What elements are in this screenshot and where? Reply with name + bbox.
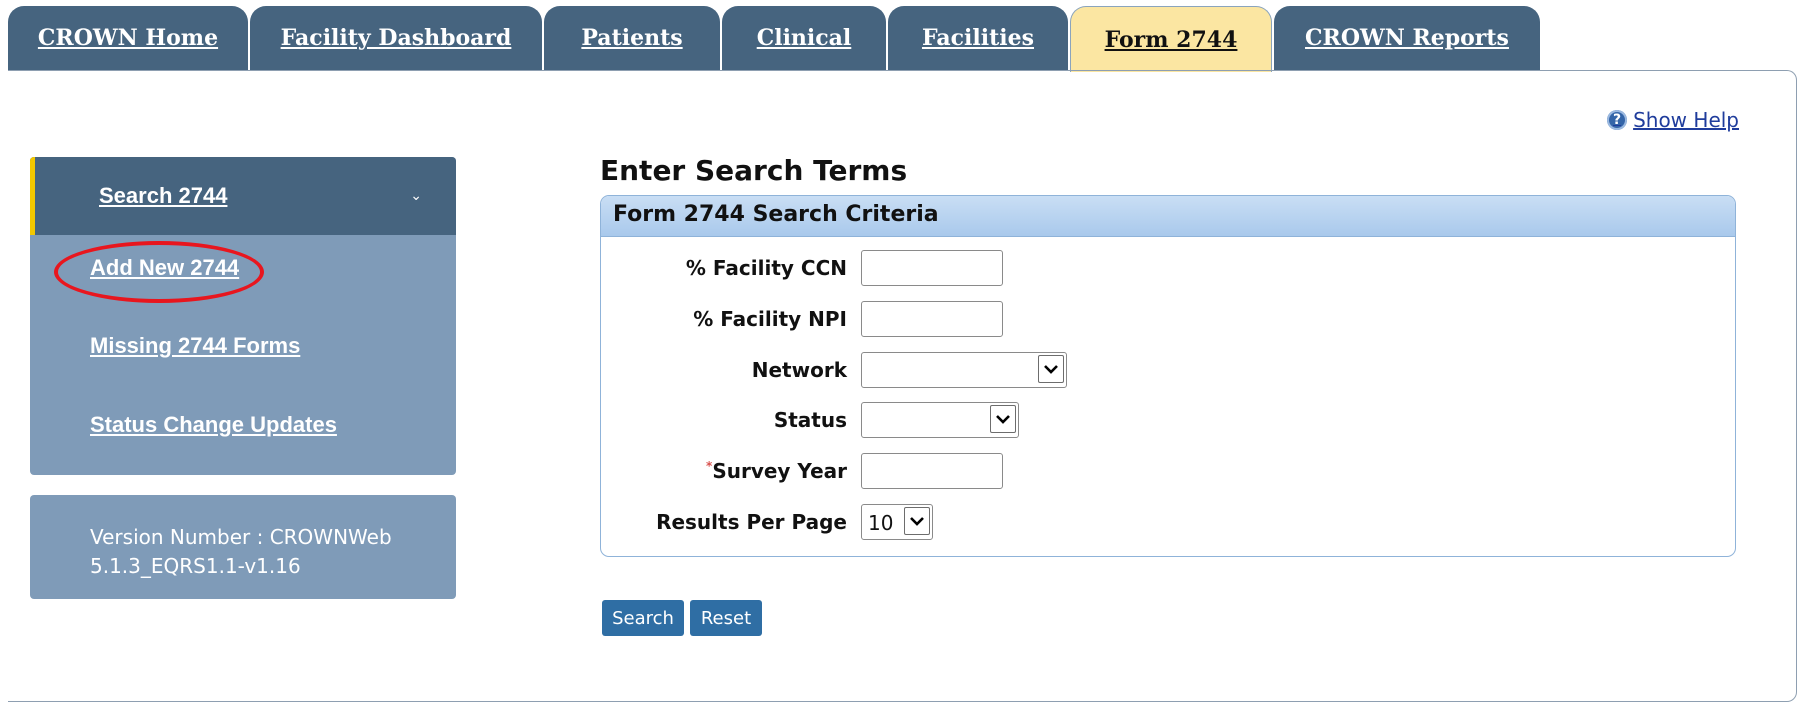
row-survey-year: *Survey Year xyxy=(601,453,1735,491)
search-button[interactable]: Search xyxy=(602,600,684,636)
tab-form-2744[interactable]: Form 2744 xyxy=(1070,6,1272,72)
tab-crown-home[interactable]: CROWN Home xyxy=(8,6,248,70)
survey-year-label: *Survey Year xyxy=(706,459,847,483)
row-status: Status xyxy=(601,402,1735,440)
results-per-page-label: Results Per Page xyxy=(656,510,847,534)
status-select[interactable] xyxy=(861,402,1019,438)
tab-form-2744-label[interactable]: Form 2744 xyxy=(1105,27,1238,53)
reset-button[interactable]: Reset xyxy=(690,600,762,636)
sidebar-header-search-2744[interactable]: Search 2744 ⌄ xyxy=(30,157,456,235)
row-results-per-page: Results Per Page 10 xyxy=(601,504,1735,542)
tab-facilities-label[interactable]: Facilities xyxy=(922,25,1034,51)
question-circle-icon[interactable]: ? xyxy=(1607,110,1628,130)
survey-year-label-text: Survey Year xyxy=(712,459,847,483)
search-criteria-panel: Form 2744 Search Criteria % Facility CCN… xyxy=(600,195,1736,557)
results-per-page-select[interactable]: 10 xyxy=(861,504,933,540)
show-help-label[interactable]: Show Help xyxy=(1633,108,1739,132)
survey-year-input[interactable] xyxy=(861,453,1003,489)
facility-ccn-input[interactable] xyxy=(861,250,1003,286)
tab-crown-home-label[interactable]: CROWN Home xyxy=(38,25,218,51)
chevron-down-icon[interactable] xyxy=(990,405,1016,433)
tab-clinical-label[interactable]: Clinical xyxy=(757,25,852,51)
show-help-link[interactable]: ? Show Help xyxy=(1607,108,1739,132)
chevron-down-icon[interactable] xyxy=(1038,355,1064,383)
version-info: Version Number : CROWNWeb 5.1.3_EQRS1.1-… xyxy=(30,495,456,599)
network-select[interactable] xyxy=(861,352,1067,388)
tab-crown-reports-label[interactable]: CROWN Reports xyxy=(1305,25,1509,51)
chevron-down-icon[interactable]: ⌄ xyxy=(410,188,422,204)
sidebar-item-missing-2744-forms[interactable]: Missing 2744 Forms xyxy=(90,333,300,359)
sidebar-item-status-change-updates[interactable]: Status Change Updates xyxy=(90,412,337,438)
facility-ccn-label: % Facility CCN xyxy=(685,256,847,280)
facility-npi-label: % Facility NPI xyxy=(693,307,847,331)
row-network: Network xyxy=(601,352,1735,390)
status-label: Status xyxy=(773,408,847,432)
version-line-1: Version Number : CROWNWeb xyxy=(90,525,392,549)
tab-patients-label[interactable]: Patients xyxy=(581,25,682,51)
panel-title: Form 2744 Search Criteria xyxy=(601,196,1735,237)
network-label: Network xyxy=(751,358,847,382)
tab-clinical[interactable]: Clinical xyxy=(722,6,886,70)
tab-facility-dashboard[interactable]: Facility Dashboard xyxy=(250,6,542,70)
tab-patients[interactable]: Patients xyxy=(544,6,720,70)
results-per-page-value: 10 xyxy=(868,511,894,535)
tab-facility-dashboard-label[interactable]: Facility Dashboard xyxy=(281,25,512,51)
facility-npi-input[interactable] xyxy=(861,301,1003,337)
sidebar-header-label[interactable]: Search 2744 xyxy=(99,183,227,209)
sidebar-menu: Search 2744 ⌄ Add New 2744 Missing 2744 … xyxy=(30,157,456,475)
row-facility-ccn: % Facility CCN xyxy=(601,250,1735,288)
chevron-down-icon[interactable] xyxy=(904,507,930,535)
page-title: Enter Search Terms xyxy=(600,154,908,187)
tab-facilities[interactable]: Facilities xyxy=(888,6,1068,70)
row-facility-npi: % Facility NPI xyxy=(601,301,1735,339)
tab-crown-reports[interactable]: CROWN Reports xyxy=(1274,6,1540,70)
version-line-2: 5.1.3_EQRS1.1-v1.16 xyxy=(90,554,301,578)
sidebar-item-add-new-2744[interactable]: Add New 2744 xyxy=(90,255,239,281)
